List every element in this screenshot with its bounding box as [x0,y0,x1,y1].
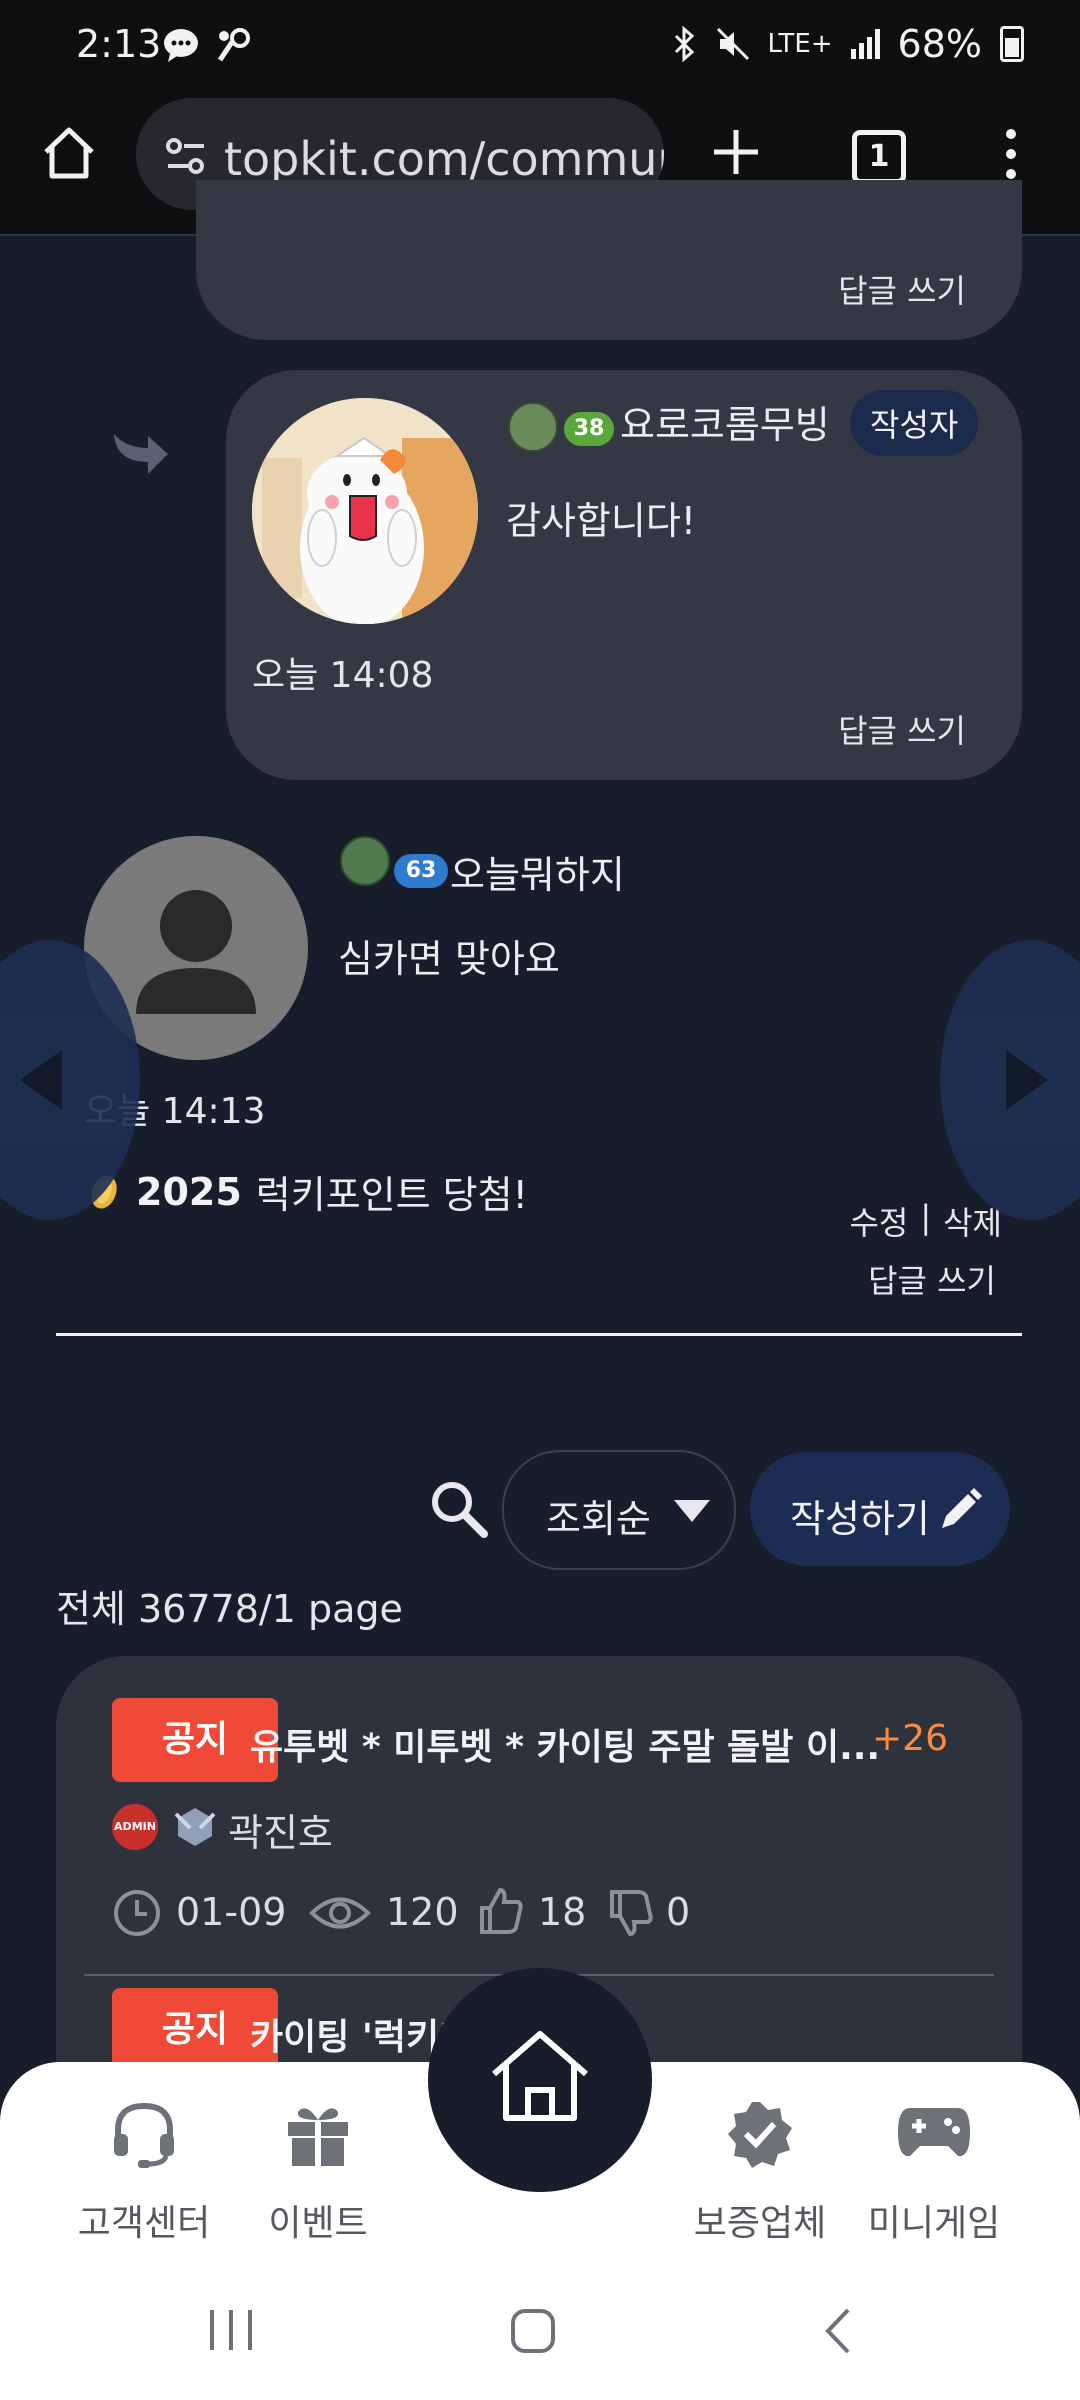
divider [56,1333,1022,1336]
hamster-avatar-image [252,398,478,624]
battery-percent: 68% [897,22,982,66]
nav-label: 고객센터 [77,2203,211,2244]
reply-comment-card: 38 요로코롬무빙 작성자 감사합니다! 오늘 14:08 답글 쓰기 [226,370,1022,780]
comment-nickname[interactable]: 요로코롬무빙 [620,394,830,449]
comment-text: 심카면 맞아요 [338,937,560,981]
comment-time: 오늘 14:08 [252,655,434,696]
clock-icon [114,1890,160,1936]
post-dislikes: 0 [666,1890,691,1934]
more-menu-icon[interactable] [996,126,1026,182]
eye-icon [309,1897,371,1929]
comment-nickname[interactable]: 오늘뭐하지 [450,844,625,899]
reply-arrow-icon [114,434,168,474]
bluetooth-icon [674,26,694,62]
reply-link[interactable]: 답글 쓰기 [868,1256,996,1302]
site-settings-icon[interactable] [164,134,208,178]
comment-text: 감사합니다! [506,499,697,543]
headset-icon [114,2102,174,2168]
avatar [252,398,478,624]
nav-item-verified[interactable]: 보증업체 [660,2062,860,2264]
chat-notification-icon [164,29,198,62]
nav-label: 이벤트 [268,2203,368,2244]
nav-label: 미니게임 [867,2203,1001,2244]
comment-actions: 수정 | 삭제 [849,1198,1002,1244]
mute-icon [716,27,749,61]
status-bar: 2:13 LTE+ 68% [0,0,1080,92]
gamepad-icon [898,2108,970,2157]
network-type: LTE+ [767,29,833,59]
nav-item-support[interactable]: 고객센터 [44,2062,244,2264]
post-row[interactable]: 공지 유투벳 * 미투벳 * 카이팅 주말 돌발 이... +26 ADMIN … [56,1656,1022,1972]
comment-count: +26 [872,1718,948,1759]
write-button[interactable]: 작성하기 [750,1452,1010,1566]
url-text: topkit.com/communi [224,132,664,186]
back-icon[interactable] [820,2306,856,2356]
total-count: 전체 36778/1 page [56,1587,403,1631]
lucky-point-line: 2025 럭키포인트 당첨! [86,1164,528,1219]
status-right: LTE+ 68% [672,22,1024,66]
post-likes: 18 [538,1890,587,1934]
reply-link[interactable]: 답글 쓰기 [838,706,966,752]
home-outline-icon [492,2031,588,2121]
search-icon[interactable] [428,1478,490,1540]
nav-item-events[interactable]: 이벤트 [218,2062,418,2264]
write-label: 작성하기 [790,1497,930,1541]
thumbs-up-icon [480,1887,523,1934]
post-title[interactable]: 카이팅 '럭키' [250,2008,450,2060]
battery-icon [1000,26,1024,62]
app-notification-icon [217,28,250,62]
chevron-left-icon [20,1050,62,1110]
new-tab-icon[interactable] [710,126,762,178]
author-badge: 작성자 [850,390,979,456]
action-separator: | [920,1198,932,1236]
tab-switcher-button[interactable]: 1 [852,130,906,184]
rank-emblem-icon [174,1808,216,1846]
signal-icon [850,29,880,59]
admin-badge-icon: ADMIN [112,1804,158,1850]
caret-down-icon [674,1500,710,1522]
rank-badge-icon [340,836,390,886]
comment-block: 63 오늘뭐하지 심카면 맞아요 오늘 14:13 2025 럭키포인트 당첨!… [0,820,1080,1340]
post-author[interactable]: 곽진호 [228,1802,333,1857]
rank-badge-icon [508,402,558,452]
lucky-text: 럭키포인트 당첨! [255,1173,528,1217]
verified-badge-icon [728,2102,792,2168]
system-home-icon[interactable] [510,2308,556,2354]
status-time: 2:13 [76,22,162,66]
level-badge: 63 [394,854,448,888]
nav-label: 보증업체 [693,2203,827,2244]
pencil-icon [942,1488,982,1528]
post-title[interactable]: 유투벳 * 미투벳 * 카이팅 주말 돌발 이... [250,1718,880,1770]
system-navigation-bar [0,2264,1080,2400]
level-badge: 38 [564,412,614,446]
recent-apps-icon[interactable] [206,2308,256,2352]
sort-dropdown[interactable]: 조회순 [502,1450,736,1570]
chevron-right-icon [1006,1050,1048,1110]
center-home-button[interactable] [428,1968,652,2192]
thumbs-down-icon [610,1890,653,1937]
admin-badge-text: ADMIN [114,1820,156,1833]
comment-card: 답글 쓰기 [196,180,1022,340]
gift-icon [288,2108,348,2166]
edit-link[interactable]: 수정 [849,1198,908,1244]
post-views: 120 [386,1890,459,1934]
sort-label: 조회순 [546,1497,651,1541]
notification-icons [162,26,252,64]
post-date: 01-09 [176,1890,287,1934]
nav-item-minigame[interactable]: 미니게임 [834,2062,1034,2264]
lucky-year: 2025 [136,1169,242,1214]
reply-link[interactable]: 답글 쓰기 [838,266,966,312]
home-icon[interactable] [40,124,98,182]
